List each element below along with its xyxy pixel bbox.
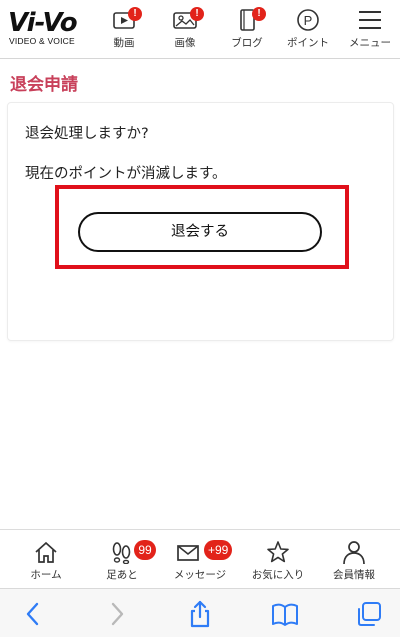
nav-image-badge: !	[190, 7, 204, 21]
nav-blog[interactable]: ! ブログ	[226, 0, 268, 58]
home-icon	[35, 541, 57, 563]
vivo-logo[interactable]: Vi-Vo VIDEO & VOICE	[8, 8, 86, 48]
footprints-count-badge: 99	[134, 540, 156, 560]
nav-points-label: ポイント	[287, 37, 329, 49]
footprints-icon	[112, 542, 131, 564]
nav-menu[interactable]: メニュー	[346, 0, 394, 58]
withdraw-question: 退会処理しますか?	[25, 126, 149, 142]
svg-text:P: P	[304, 13, 313, 28]
tab-home[interactable]: ホーム	[6, 530, 86, 588]
star-icon	[267, 541, 289, 563]
logo-wordmark: Vi-Vo	[8, 8, 78, 38]
tab-account-label: 会員情報	[333, 569, 375, 581]
mail-icon	[177, 545, 199, 561]
messages-count-badge: +99	[204, 540, 233, 560]
nav-blog-label: ブログ	[231, 37, 263, 49]
nav-video-label: 動画	[113, 37, 135, 49]
tab-favorites[interactable]: お気に入り	[238, 530, 318, 588]
nav-menu-label: メニュー	[349, 37, 391, 49]
tab-messages-label: メッセージ	[173, 569, 227, 581]
site-header: Vi-Vo VIDEO & VOICE ! 動画 ! 画像 ! ブログ P ポイ…	[0, 0, 400, 59]
tab-footprints-label: 足あと	[106, 569, 138, 581]
tab-favorites-label: お気に入り	[251, 569, 305, 581]
tab-footprints[interactable]: 99 足あと	[82, 530, 162, 588]
logo-tagline: VIDEO & VOICE	[9, 36, 75, 46]
tabs-icon[interactable]	[354, 599, 384, 629]
person-icon	[343, 541, 365, 564]
nav-image[interactable]: ! 画像	[164, 0, 206, 58]
withdraw-button[interactable]: 退会する	[78, 212, 322, 252]
nav-image-label: 画像	[174, 37, 196, 49]
page-title: 退会申請	[10, 75, 78, 95]
points-warning: 現在のポイントが消滅します。	[25, 166, 227, 182]
tab-messages[interactable]: +99 メッセージ	[160, 530, 240, 588]
nav-video[interactable]: ! 動画	[104, 0, 144, 58]
withdrawal-card: 退会処理しますか? 現在のポイントが消滅します。 退会する	[7, 102, 394, 341]
nav-points[interactable]: P ポイント	[284, 0, 332, 58]
nav-video-badge: !	[128, 7, 142, 21]
nav-blog-badge: !	[252, 7, 266, 21]
back-chevron-icon[interactable]	[18, 599, 48, 629]
hamburger-menu-icon	[359, 11, 381, 29]
share-icon[interactable]	[185, 599, 215, 629]
tab-home-label: ホーム	[30, 569, 62, 581]
forward-chevron-icon[interactable]	[102, 599, 132, 629]
browser-toolbar	[0, 588, 400, 637]
point-p-icon: P	[297, 9, 319, 31]
bookmarks-icon[interactable]	[270, 599, 300, 629]
tab-account[interactable]: 会員情報	[314, 530, 394, 588]
bottom-tab-bar: ホーム 99 足あと +99 メッセージ お気に入り 会員情報	[0, 529, 400, 588]
